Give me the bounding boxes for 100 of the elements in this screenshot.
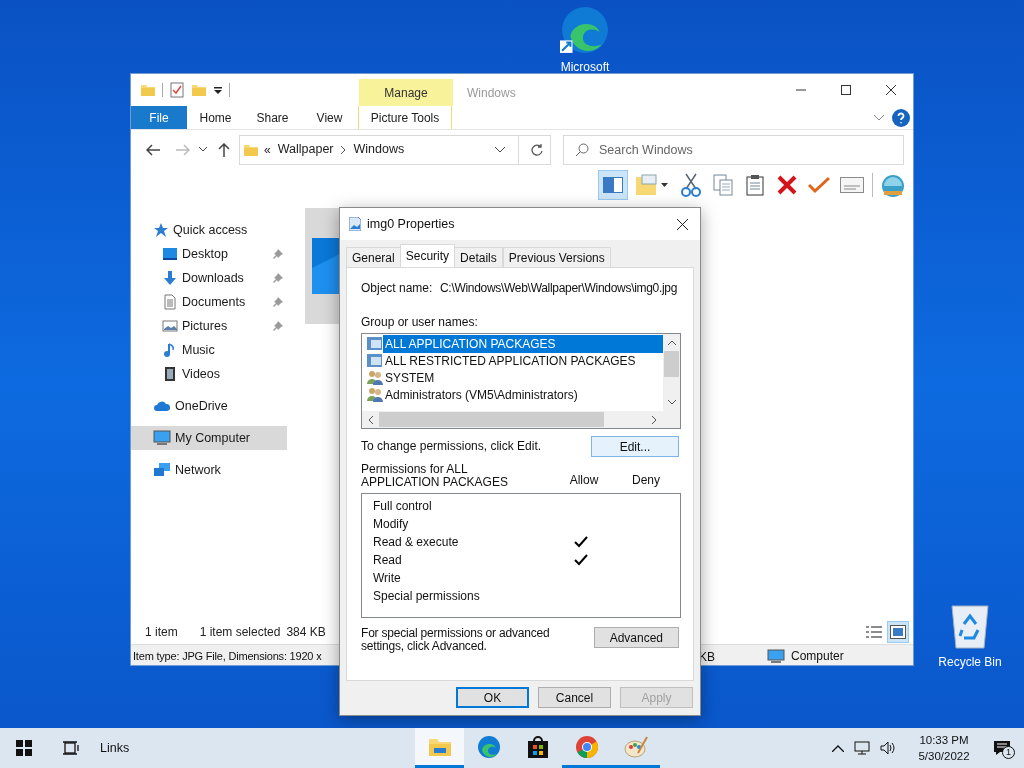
scissors-icon — [681, 173, 701, 197]
close-icon — [885, 85, 896, 95]
links-toolbar[interactable]: Links — [100, 738, 130, 758]
chevron-left-icon — [368, 415, 373, 424]
notification-button[interactable]: 1 — [980, 728, 1024, 768]
dropdown-icon — [661, 183, 668, 187]
help-icon — [892, 108, 910, 127]
task-view-icon — [62, 741, 80, 755]
details-view-icon — [866, 624, 882, 639]
round-logo-icon — [574, 734, 599, 759]
list-item[interactable]: Administrators (VM5\Administrators) — [367, 386, 663, 403]
search-icon — [575, 142, 589, 157]
swirl-logo-icon[interactable] — [560, 5, 610, 55]
chevron-up-icon — [832, 744, 844, 752]
dropdown-icon — [213, 85, 223, 95]
document-icon — [162, 294, 178, 310]
horizontal-scrollbar[interactable] — [362, 411, 680, 428]
dialog-button[interactable]: OK — [456, 687, 529, 708]
sidebar-item[interactable]: Pictures — [131, 314, 287, 338]
speaker-icon — [880, 741, 896, 755]
film-icon — [162, 366, 178, 382]
checkmark-icon — [808, 176, 830, 194]
desktop-icon-label: Microsoft — [560, 59, 610, 76]
users-icon — [367, 387, 383, 402]
permission-name: Modify — [373, 516, 410, 533]
location-text: Computer — [791, 648, 844, 665]
chevron-down-icon — [495, 146, 505, 153]
dialog-button[interactable]: Cancel — [538, 687, 611, 708]
users-icon — [367, 370, 383, 385]
large-icons-view-icon — [890, 624, 906, 639]
advanced-hint: For special permissions or advanced settings, click Advanced. — [361, 627, 551, 653]
computer-icon — [767, 648, 785, 664]
dialog-tab[interactable]: General — [346, 247, 401, 267]
folder-icon — [191, 82, 207, 98]
breadcrumb[interactable]: Wallpaper — [275, 140, 336, 159]
selection-size: 384 KB — [286, 623, 326, 641]
folder-icon — [140, 82, 156, 98]
palette-icon — [623, 734, 648, 759]
permission-name: Special permissions — [373, 588, 481, 605]
permission-name: Read — [373, 552, 403, 569]
edit-hint: To change permissions, click Edit. — [361, 438, 543, 455]
forward-arrow-icon — [176, 143, 190, 156]
sidebar-item[interactable]: Downloads — [131, 266, 287, 290]
address-bar[interactable]: « Wallpaper Windows — [239, 134, 551, 165]
sidebar-item[interactable]: Music — [131, 338, 287, 362]
delete-icon — [777, 175, 797, 195]
card-icon — [840, 177, 864, 193]
view-button[interactable] — [887, 620, 909, 643]
object-name-label: Object name: — [361, 280, 434, 297]
ribbon-tab[interactable]: Home — [187, 106, 244, 129]
group-list-label: Group or user names: — [361, 314, 479, 331]
network-icon — [854, 741, 870, 755]
sidebar-item[interactable]: Desktop — [131, 242, 287, 266]
network-icon — [153, 462, 171, 478]
list-item[interactable]: SYSTEM — [367, 369, 663, 386]
list-item[interactable]: ALL RESTRICTED APPLICATION PACKAGES — [367, 352, 663, 369]
chevron-up-icon — [667, 340, 676, 345]
windows-logo-icon — [16, 740, 32, 756]
edit-button[interactable]: Edit... — [591, 436, 679, 457]
ribbon-tab[interactable]: View — [301, 106, 358, 129]
breadcrumb[interactable]: Windows — [351, 140, 407, 159]
sidebar-item[interactable]: Documents — [131, 290, 287, 314]
permission-name: Write — [373, 570, 402, 587]
sidebar-item[interactable]: My Computer — [131, 426, 287, 450]
search-field[interactable]: Search Windows — [563, 134, 904, 165]
monitor-icon — [162, 246, 178, 262]
shopping-bag-icon — [525, 734, 550, 759]
star-icon — [153, 222, 169, 238]
swirl-logo-icon — [476, 734, 501, 759]
image-icon — [162, 318, 178, 334]
dialog-tab[interactable]: Details — [454, 247, 503, 267]
toolbar-button[interactable] — [598, 170, 628, 200]
image-file-icon — [349, 217, 361, 231]
permission-name: Full control — [373, 498, 433, 515]
deny-header: Deny — [631, 472, 661, 489]
ribbon-tab[interactable]: Picture Tools — [358, 106, 452, 129]
down-arrow-icon — [162, 270, 178, 286]
package-icon — [367, 336, 383, 351]
sidebar-item[interactable]: Videos — [131, 362, 287, 386]
sidebar-item[interactable]: OneDrive — [131, 394, 287, 418]
back-button[interactable] — [143, 143, 163, 156]
sidebar-item[interactable]: Quick access — [131, 218, 287, 242]
dialog-tab[interactable]: Security — [399, 244, 456, 267]
vertical-scrollbar[interactable] — [663, 334, 680, 411]
dialog-tab[interactable]: Previous Versions — [502, 247, 611, 267]
clock[interactable]: 10:33 PM 5/30/2022 — [908, 732, 980, 764]
folder-icon — [634, 173, 658, 197]
ribbon-tab[interactable]: Share — [244, 106, 301, 129]
shell-icon — [881, 173, 905, 197]
sidebar-item[interactable]: Network — [131, 458, 287, 482]
overflow-chevron[interactable]: « — [264, 140, 271, 159]
package-icon — [367, 353, 383, 368]
window-title: Windows — [467, 85, 516, 102]
refresh-icon — [531, 143, 543, 156]
desktop-icon-label: Recycle Bin — [938, 654, 1002, 671]
ribbon-tab[interactable]: File — [131, 106, 187, 129]
up-arrow-icon — [218, 142, 230, 157]
notification-count: 1 — [1002, 746, 1015, 759]
dialog-title: img0 Properties — [367, 215, 455, 233]
advanced-button[interactable]: Advanced — [593, 627, 679, 648]
